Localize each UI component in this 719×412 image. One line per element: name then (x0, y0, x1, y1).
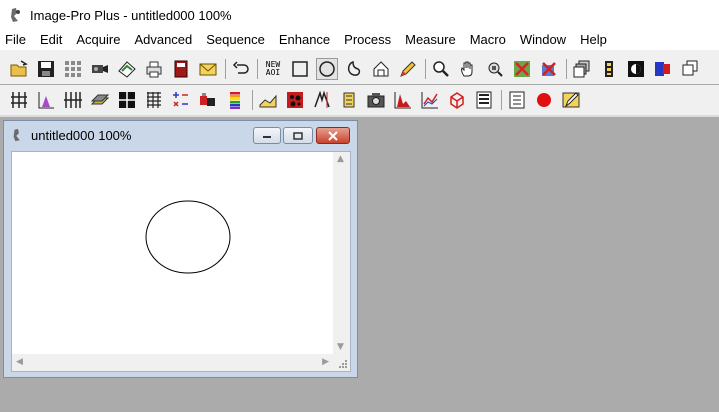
edit-macro-icon[interactable] (560, 89, 582, 111)
image-window[interactable]: untitled000 100% ▲ ▼ ◀ ▶ (3, 120, 358, 378)
scroll-up-icon[interactable]: ▲ (337, 154, 344, 164)
image-canvas[interactable]: ▲ ▼ ◀ ▶ (11, 151, 351, 372)
new-aoi-label-bottom: AOI (265, 68, 281, 77)
close-icon (328, 130, 338, 141)
app-title-bar: Image-Pro Plus - untitled000 100% (0, 0, 719, 30)
ellipse-aoi[interactable] (12, 152, 333, 354)
contrast-icon[interactable] (625, 58, 647, 80)
menu-help[interactable]: Help (573, 30, 614, 50)
menu-acquire[interactable]: Acquire (69, 30, 127, 50)
camera-acquire-icon[interactable] (89, 58, 111, 80)
toolbar-bottom-edge (0, 115, 719, 117)
minimize-button[interactable] (253, 127, 281, 144)
menu-edit[interactable]: Edit (33, 30, 69, 50)
pencil-icon[interactable] (397, 58, 419, 80)
magic-wand-aoi-icon[interactable] (370, 58, 392, 80)
layer-icon[interactable] (89, 89, 111, 111)
print-icon[interactable] (143, 58, 165, 80)
menu-advanced[interactable]: Advanced (127, 30, 199, 50)
restore-icon (293, 131, 303, 140)
toolbar-separator (257, 59, 258, 79)
menu-measure[interactable]: Measure (398, 30, 463, 50)
crosshair-icon[interactable] (116, 89, 138, 111)
menu-process[interactable]: Process (337, 30, 398, 50)
data-sheet-icon[interactable] (506, 89, 528, 111)
image-filter-icon[interactable] (197, 89, 219, 111)
histogram-icon[interactable] (392, 89, 414, 111)
menu-macro[interactable]: Macro (463, 30, 513, 50)
stack-icon[interactable] (571, 58, 593, 80)
image-window-icon (13, 128, 20, 142)
record-icon[interactable] (533, 89, 555, 111)
spatial-calibration-icon[interactable] (143, 89, 165, 111)
menu-file[interactable]: File (0, 30, 33, 50)
restore-button[interactable] (283, 127, 313, 144)
scroll-down-icon[interactable]: ▼ (337, 342, 344, 352)
operations-icon[interactable] (170, 89, 192, 111)
zoom-region-icon[interactable] (484, 58, 506, 80)
color-channel-icon[interactable] (652, 58, 674, 80)
image-window-title: untitled000 100% (31, 127, 132, 143)
toolbar-separator (225, 59, 226, 79)
undo-icon[interactable] (230, 58, 252, 80)
app-logo-icon (11, 8, 20, 22)
gray-scale-icon[interactable] (473, 89, 495, 111)
toolbar-separator (425, 59, 426, 79)
measurement-tool-icon[interactable] (257, 89, 279, 111)
new-aoi-button[interactable]: NEW AOI (262, 58, 284, 80)
ellipse-aoi-icon[interactable] (316, 58, 338, 80)
histogram-peak-icon[interactable] (35, 89, 57, 111)
scroll-left-icon[interactable]: ◀ (16, 357, 23, 367)
horizontal-scrollbar[interactable]: ◀ ▶ (12, 354, 333, 371)
save-icon[interactable] (35, 58, 57, 80)
secondary-toolbar (0, 85, 719, 115)
snapshot-camera-icon[interactable] (365, 89, 387, 111)
app-title: Image-Pro Plus - untitled000 100% (30, 7, 232, 23)
3d-cube-icon[interactable] (446, 89, 468, 111)
open-icon[interactable] (8, 58, 30, 80)
filmstrip-icon[interactable] (598, 58, 620, 80)
minimize-icon (263, 135, 271, 138)
measure-lines-icon[interactable] (8, 89, 30, 111)
zoom-icon[interactable] (430, 58, 452, 80)
scanner-icon[interactable] (116, 58, 138, 80)
calipers-icon[interactable] (62, 89, 84, 111)
line-profile-icon[interactable] (311, 89, 333, 111)
cascade-windows-icon[interactable] (679, 58, 701, 80)
line-graph-icon[interactable] (419, 89, 441, 111)
rectangle-aoi-icon[interactable] (289, 58, 311, 80)
menu-enhance[interactable]: Enhance (272, 30, 337, 50)
macro-run-icon[interactable] (538, 58, 560, 80)
palette-icon[interactable] (224, 89, 246, 111)
toolbar-separator (501, 90, 502, 110)
book-icon[interactable] (170, 58, 192, 80)
close-image-icon[interactable] (511, 58, 533, 80)
menu-sequence[interactable]: Sequence (199, 30, 272, 50)
toolbar-separator (252, 90, 253, 110)
scroll-right-icon[interactable]: ▶ (322, 357, 329, 367)
mail-icon[interactable] (197, 58, 219, 80)
vertical-scrollbar[interactable]: ▲ ▼ (333, 152, 350, 354)
close-button[interactable] (316, 127, 350, 144)
main-toolbar: NEW AOI (0, 54, 719, 84)
bar-measure-icon[interactable] (338, 89, 360, 111)
pan-hand-icon[interactable] (457, 58, 479, 80)
menu-bar: File Edit Acquire Advanced Sequence Enha… (0, 30, 719, 50)
resize-grip[interactable] (333, 354, 350, 371)
irregular-aoi-icon[interactable] (343, 58, 365, 80)
grid-icon[interactable] (62, 58, 84, 80)
menu-window[interactable]: Window (513, 30, 573, 50)
resize-grip-icon (339, 360, 347, 368)
toolbar-separator (566, 59, 567, 79)
count-size-icon[interactable] (284, 89, 306, 111)
